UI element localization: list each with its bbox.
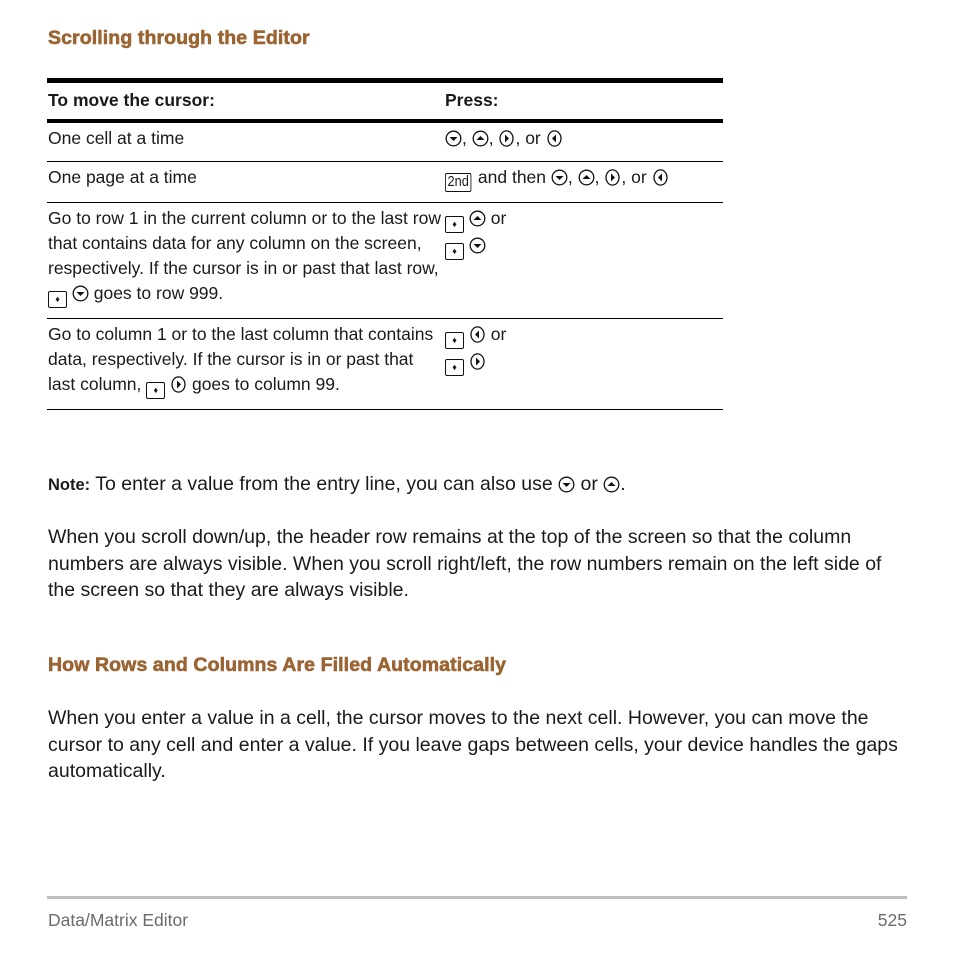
action-cell: Go to column 1 or to the last column tha… xyxy=(47,318,444,410)
right-arrow-icon xyxy=(469,353,486,370)
left-arrow-icon xyxy=(469,326,486,343)
cursor-keys-table: To move the cursor: Press: One cell at a… xyxy=(47,78,723,410)
left-arrow-icon xyxy=(652,169,669,186)
note-label: Note: xyxy=(48,476,91,494)
note: Note: To enter a value from the entry li… xyxy=(48,473,626,496)
down-arrow-icon xyxy=(469,237,486,254)
press-cell: ♦ or ♦ xyxy=(444,202,723,319)
separator-text: , or xyxy=(515,128,546,148)
action-cell: One page at a time xyxy=(47,161,444,203)
diamond-key-icon: ♦ xyxy=(445,216,464,233)
press-line: ♦ xyxy=(445,233,723,260)
diamond-key-icon: ♦ xyxy=(445,243,464,260)
action-text: goes to column 99. xyxy=(187,374,340,394)
column-header-press: Press: xyxy=(444,78,723,123)
separator-text: , xyxy=(594,167,605,187)
action-text: Go to row 1 in the current column or to … xyxy=(48,208,441,278)
up-arrow-icon xyxy=(578,169,595,186)
up-arrow-icon xyxy=(469,210,486,227)
table-row: Go to column 1 or to the last column tha… xyxy=(47,318,723,410)
separator-text: , xyxy=(567,167,578,187)
footer-section-title: Data/Matrix Editor xyxy=(48,910,189,930)
right-arrow-icon xyxy=(498,130,515,147)
scroll-paragraph: When you scroll down/up, the header row … xyxy=(48,526,882,601)
diamond-key-icon: ♦ xyxy=(48,291,67,308)
left-arrow-icon xyxy=(546,130,563,147)
footer-divider xyxy=(47,896,907,899)
up-arrow-icon xyxy=(472,130,489,147)
press-cell: 2nd and then , , , or xyxy=(444,161,723,203)
down-arrow-icon xyxy=(551,169,568,186)
table-header-row: To move the cursor: Press: xyxy=(47,78,723,123)
table-row: One page at a time 2nd and then , , , or xyxy=(47,161,723,203)
right-arrow-icon xyxy=(604,169,621,186)
down-arrow-icon xyxy=(445,130,462,147)
separator-text: , xyxy=(488,128,499,148)
press-line: ♦ xyxy=(445,349,723,376)
diamond-key-icon: ♦ xyxy=(445,359,464,376)
table-row: One cell at a time , , , or xyxy=(47,121,723,162)
or-text: or xyxy=(485,324,507,344)
diamond-key-icon: ♦ xyxy=(146,382,166,399)
press-line: ♦ or xyxy=(445,206,723,233)
note-or-text: or xyxy=(575,473,604,495)
action-text: goes to row 999. xyxy=(88,283,224,303)
press-cell: ♦ or ♦ xyxy=(444,318,723,410)
auto-fill-paragraph: When you enter a value in a cell, the cu… xyxy=(48,707,898,782)
diamond-key-icon: ♦ xyxy=(445,332,464,349)
down-arrow-icon xyxy=(72,285,89,302)
section-heading-scrolling: Scrolling through the Editor xyxy=(48,27,310,50)
table-row: Go to row 1 in the current column or to … xyxy=(47,202,723,319)
press-line: ♦ or xyxy=(445,322,723,349)
or-text: or xyxy=(485,208,507,228)
column-header-action: To move the cursor: xyxy=(47,78,444,123)
action-cell: Go to row 1 in the current column or to … xyxy=(47,202,444,319)
2nd-key-icon: 2nd xyxy=(445,173,472,192)
press-cell: , , , or xyxy=(444,121,723,162)
action-cell: One cell at a time xyxy=(47,121,444,162)
section-heading-auto-fill: How Rows and Columns Are Filled Automati… xyxy=(48,654,507,677)
note-text: To enter a value from the entry line, yo… xyxy=(90,473,559,495)
right-arrow-icon xyxy=(170,376,187,393)
and-then-text: and then xyxy=(473,167,551,187)
separator-text: , or xyxy=(621,167,652,187)
up-arrow-icon xyxy=(603,476,620,493)
note-end: . xyxy=(620,473,626,495)
page-number: 525 xyxy=(877,910,907,930)
down-arrow-icon xyxy=(558,476,575,493)
separator-text: , xyxy=(462,128,472,148)
